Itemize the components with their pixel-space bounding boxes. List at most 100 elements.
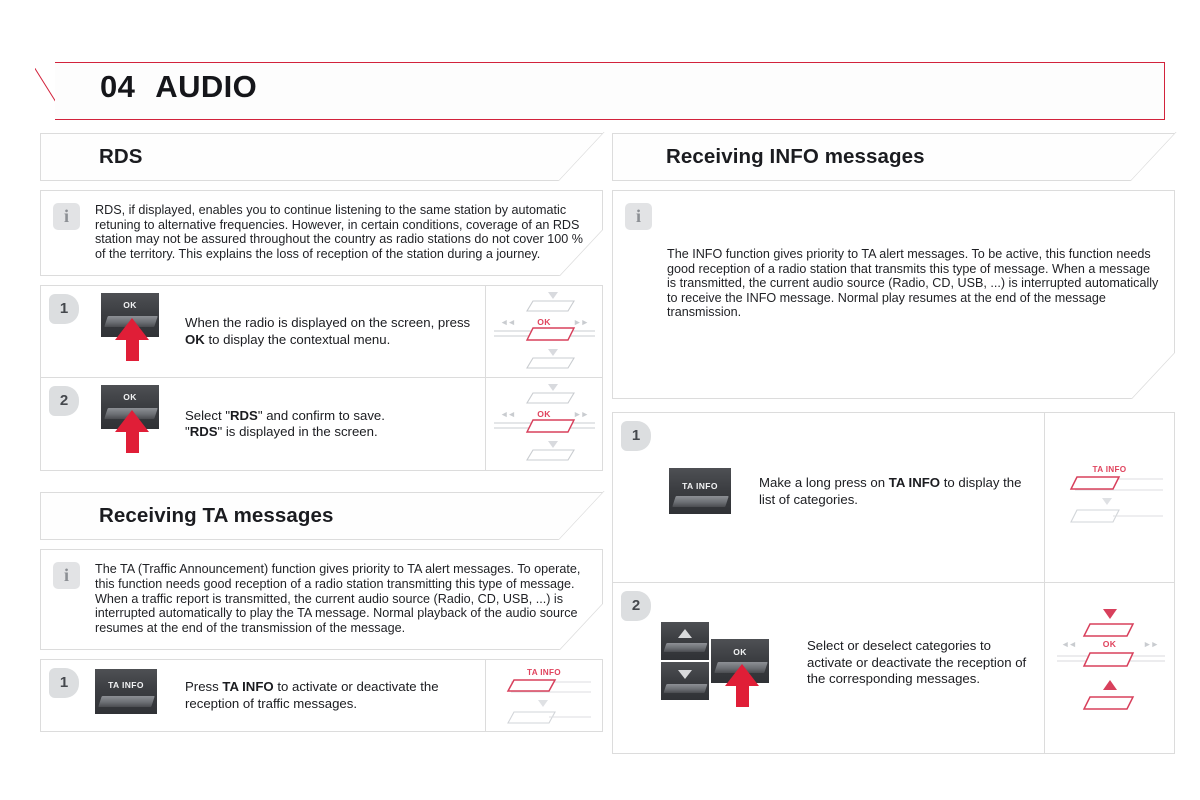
seek-back-icon: ◄◄ <box>500 409 516 420</box>
rocker-pad-svg <box>494 384 595 461</box>
info-icon: i <box>625 203 652 230</box>
arrow-shaft <box>125 431 139 454</box>
step-number-cell: 2 <box>613 583 659 753</box>
seek-back-icon: ◄◄ <box>1061 639 1077 649</box>
updown-ok-pad-svg <box>1057 609 1165 710</box>
ta-info-pad-svg <box>506 679 591 724</box>
step-figure-ok-button: OK <box>87 286 177 377</box>
table-row: 1 OK When the radio is displayed on the … <box>41 286 602 379</box>
step-badge: 1 <box>621 421 651 451</box>
step-figure-updown-ok: OK <box>659 583 799 753</box>
step-diagram-cell: OK ◄◄ ►► <box>485 378 602 471</box>
chapter-name: AUDIO <box>155 69 258 104</box>
arrow-up-icon <box>678 629 692 638</box>
steps-table-info: 1 TA INFO Make a long press on TA INFO t… <box>612 412 1175 754</box>
step-number-cell: 2 <box>41 378 87 470</box>
left-column: RDS i RDS, if displayed, enables you to … <box>40 132 649 741</box>
seek-forward-icon: ►► <box>573 409 589 420</box>
section-header-ta: Receiving TA messages <box>40 491 649 541</box>
rocker-pad-svg <box>494 292 595 369</box>
seek-forward-icon: ►► <box>1143 639 1159 649</box>
step-diagram-cell: OK ◄◄ ►► <box>485 286 602 378</box>
hardware-button-ta-info: TA INFO <box>95 669 157 715</box>
arrow-head <box>115 410 149 433</box>
section-title-info: Receiving INFO messages <box>666 145 925 168</box>
info-box-info: i The INFO function gives priority to TA… <box>612 190 1200 399</box>
table-row: 2 OK Select "RDS" and confirm to save. "R… <box>41 378 602 471</box>
step-text-cell: Press TA INFO to activate or deactivate … <box>177 660 485 731</box>
hardware-button-label: OK <box>123 300 137 311</box>
header-corner-cut <box>1130 132 1200 181</box>
steps-table-rds: 1 OK When the radio is displayed on the … <box>40 285 603 472</box>
table-row: 1 TA INFO Make a long press on TA INFO t… <box>613 413 1174 583</box>
hardware-button-label: OK <box>123 392 137 403</box>
step-text: Press TA INFO to activate or deactivate … <box>185 679 439 711</box>
hardware-button-ta-info: TA INFO <box>669 468 731 514</box>
table-row: 1 TA INFO Press TA INFO to activate or d… <box>41 660 602 732</box>
section-title-ta: Receiving TA messages <box>99 504 334 528</box>
button-cap <box>663 684 708 693</box>
hardware-button-label: TA INFO <box>108 680 144 691</box>
table-row: 2 OK Select or deselect categories to ac… <box>613 583 1174 753</box>
step-badge: 1 <box>49 668 79 699</box>
info-icon: i <box>53 203 80 230</box>
section-header-rds: RDS <box>40 132 649 181</box>
page-title: 04 AUDIO <box>100 69 257 105</box>
hardware-button-label: OK <box>733 647 747 657</box>
step-number-cell: 1 <box>613 413 659 582</box>
step-text-cell: When the radio is displayed on the scree… <box>177 286 485 377</box>
schematic-updown-ok-pad: OK ◄◄ ►► <box>1045 583 1174 753</box>
step-text-cell: Make a long press on TA INFO to display … <box>751 413 1044 582</box>
info-icon: i <box>53 562 80 590</box>
button-cap <box>663 643 708 652</box>
arrow-shaft <box>125 339 139 362</box>
step-number-cell: 1 <box>41 660 87 731</box>
arrow-head <box>115 318 149 341</box>
info-box-corner-cut <box>1131 353 1200 399</box>
manual-page: 04 AUDIO RDS i RDS, if displayed, enables… <box>0 0 1200 800</box>
button-cap <box>98 696 156 708</box>
right-column: Receiving INFO messages i The INFO funct… <box>612 132 1200 763</box>
chapter-number: 04 <box>100 69 136 104</box>
arrow-head <box>725 664 759 686</box>
schematic-ok-rocker-pad: OK ◄◄ ►► <box>486 378 602 470</box>
section-header-info: Receiving INFO messages <box>612 132 1200 181</box>
press-arrow-icon <box>725 664 759 707</box>
press-arrow-icon <box>115 410 149 454</box>
step-figure-ok-button: OK <box>87 378 177 470</box>
section-title-rds: RDS <box>99 145 143 168</box>
step-diagram-cell: TA INFO <box>485 660 602 732</box>
step-badge: 2 <box>621 591 651 621</box>
step-diagram-cell: OK ◄◄ ►► <box>1044 583 1174 753</box>
info-text-info: The INFO function gives priority to TA a… <box>667 247 1159 320</box>
arrow-down-icon <box>678 670 692 679</box>
step-text: Make a long press on TA INFO to display … <box>759 475 1022 507</box>
schematic-ta-info-pad: TA INFO <box>486 660 602 731</box>
step-text: Select or deselect categories to activat… <box>807 638 1027 686</box>
info-text-ta: The TA (Traffic Announcement) function g… <box>95 562 581 635</box>
step-text-cell: Select or deselect categories to activat… <box>799 583 1044 753</box>
step-badge: 2 <box>49 386 79 417</box>
steps-table-ta: 1 TA INFO Press TA INFO to activate or d… <box>40 659 603 733</box>
info-box-rds: i RDS, if displayed, enables you to cont… <box>40 190 646 277</box>
step-text-cell: Select "RDS" and confirm to save. "RDS" i… <box>177 378 485 470</box>
step-text: When the radio is displayed on the scree… <box>185 315 471 347</box>
step-figure-ta-info-button: TA INFO <box>659 413 751 582</box>
step-figure-ta-info-button: TA INFO <box>87 660 177 731</box>
arrow-shaft <box>735 685 749 707</box>
step-badge: 1 <box>49 294 79 325</box>
hardware-button-label: TA INFO <box>682 481 718 491</box>
press-arrow-icon <box>115 318 149 362</box>
ta-info-pad-svg <box>1069 476 1163 523</box>
step-text: Select "RDS" and confirm to save. "RDS" i… <box>185 407 385 440</box>
hardware-button-down <box>661 662 709 700</box>
info-box-ta: i The TA (Traffic Announcement) function… <box>40 549 646 651</box>
seek-back-icon: ◄◄ <box>500 317 516 328</box>
schematic-ta-info-pad: TA INFO <box>1045 413 1174 582</box>
schematic-ok-rocker-pad: OK ◄◄ ►► <box>486 286 602 377</box>
step-number-cell: 1 <box>41 286 87 377</box>
seek-forward-icon: ►► <box>573 317 589 328</box>
hardware-button-up <box>661 622 709 660</box>
button-cap <box>672 496 730 507</box>
step-diagram-cell: TA INFO <box>1044 413 1174 582</box>
